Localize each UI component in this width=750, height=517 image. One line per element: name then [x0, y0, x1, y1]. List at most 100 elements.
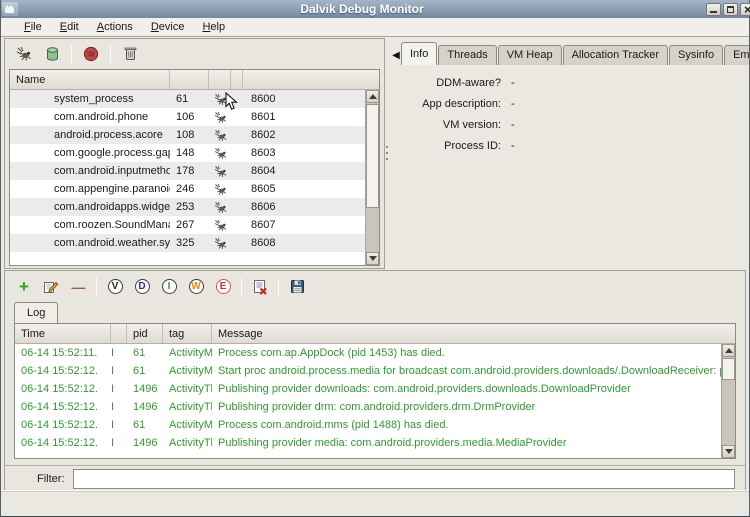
- bug-icon: [209, 147, 231, 160]
- info-tabbar: ◀ Info Threads VM Heap Allocation Tracke…: [391, 42, 749, 65]
- log-row[interactable]: 06-14 15:52:12. I 1496 ActivityTh Publis…: [15, 380, 721, 398]
- log-level-verbose-button[interactable]: V: [104, 276, 126, 298]
- info-level-icon: I: [162, 279, 177, 294]
- minus-icon: —: [72, 279, 85, 295]
- log-rows: 06-14 15:52:11. I 61 ActivityMa Process …: [15, 344, 721, 458]
- minimize-button[interactable]: [706, 3, 721, 16]
- log-col-time[interactable]: Time: [15, 324, 111, 343]
- tab-emulator-control[interactable]: Emulator Control: [724, 45, 749, 65]
- tab-threads[interactable]: Threads: [438, 45, 496, 65]
- tree-col-name[interactable]: Name: [10, 70, 170, 89]
- log-col-pid[interactable]: pid: [127, 324, 163, 343]
- cause-gc-button[interactable]: [119, 43, 141, 65]
- process-row[interactable]: com.android.inputmethod 178 8604: [10, 162, 365, 180]
- halt-process-button[interactable]: [80, 43, 102, 65]
- tree-col-spacer: [231, 70, 243, 89]
- process-id-label: Process ID:: [389, 140, 501, 152]
- menu-edit[interactable]: Edit: [51, 19, 88, 35]
- process-row[interactable]: com.androidapps.widget.b 253 8606: [10, 198, 365, 216]
- process-row[interactable]: com.android.weather.sync 325 8608: [10, 234, 365, 252]
- log-panel: + — V D I: [4, 270, 746, 490]
- panel-splitter[interactable]: [385, 38, 388, 269]
- log-row[interactable]: 06-14 15:52:12. I 1496 ActivityTh Publis…: [15, 398, 721, 416]
- tree-header: Name: [10, 70, 379, 90]
- process-row[interactable]: com.appengine.paranoid_ 246 8605: [10, 180, 365, 198]
- process-row[interactable]: system_process 61 8600: [10, 90, 365, 108]
- log-level-error-button[interactable]: E: [212, 276, 234, 298]
- tab-vm-heap[interactable]: VM Heap: [498, 45, 562, 65]
- log-col-tag[interactable]: tag: [163, 324, 212, 343]
- delete-filter-button[interactable]: —: [67, 276, 89, 298]
- maximize-button[interactable]: [723, 3, 738, 16]
- tab-info[interactable]: Info: [401, 42, 437, 65]
- log-level-info-button[interactable]: I: [158, 276, 180, 298]
- info-panel: ◀ Info Threads VM Heap Allocation Tracke…: [389, 38, 749, 269]
- tree-col-port[interactable]: [243, 70, 379, 89]
- bug-icon: [209, 111, 231, 124]
- toolbar-separator: [278, 278, 279, 296]
- scroll-down-arrow-icon[interactable]: [722, 445, 735, 458]
- vm-version-label: VM version:: [389, 119, 501, 131]
- log-table: Time pid tag Message 06-14 15:52:11. I 6…: [14, 323, 736, 459]
- log-row[interactable]: 06-14 15:52:12. I 61 ActivityMa Process …: [15, 416, 721, 434]
- log-level-warn-button[interactable]: W: [185, 276, 207, 298]
- bug-icon: [209, 219, 231, 232]
- process-row[interactable]: android.process.acore 108 8602: [10, 126, 365, 144]
- log-col-message[interactable]: Message: [212, 324, 735, 343]
- scroll-down-arrow-icon[interactable]: [366, 252, 379, 265]
- halt-icon: [83, 46, 99, 62]
- menu-bar: File Edit Actions Device Help: [1, 18, 749, 37]
- log-row[interactable]: 06-14 15:52:12. I 61 ActivityMa Start pr…: [15, 362, 721, 380]
- menu-help[interactable]: Help: [193, 19, 234, 35]
- add-filter-button[interactable]: +: [13, 276, 35, 298]
- scrollbar-thumb[interactable]: [366, 104, 379, 208]
- bug-icon: [209, 183, 231, 196]
- filter-input[interactable]: [73, 469, 736, 489]
- ddm-aware-value: -: [501, 77, 515, 89]
- edit-filter-button[interactable]: [40, 276, 62, 298]
- verbose-level-icon: V: [108, 279, 123, 294]
- menu-file[interactable]: File: [15, 19, 51, 35]
- process-row[interactable]: com.roozen.SoundManage 267 8607: [10, 216, 365, 234]
- titlebar: Dalvik Debug Monitor: [1, 0, 749, 18]
- toolbar-separator: [71, 45, 72, 63]
- device-process-tree: Name HT94SKF04916 Online 1.5, debug: [9, 69, 380, 266]
- vm-version-value: -: [501, 119, 515, 131]
- log-col-level[interactable]: [111, 324, 127, 343]
- debug-process-button[interactable]: [13, 43, 35, 65]
- menu-device[interactable]: Device: [142, 19, 194, 35]
- clear-log-button[interactable]: [249, 276, 271, 298]
- log-scrollbar[interactable]: [721, 344, 735, 458]
- tabs-scroll-left-icon[interactable]: ◀: [391, 45, 401, 65]
- app-description-label: App description:: [389, 98, 501, 110]
- ddms-window: Dalvik Debug Monitor File Edit Actions D…: [0, 0, 750, 517]
- export-log-button[interactable]: [286, 276, 308, 298]
- trash-can-icon: [124, 46, 137, 61]
- device-panel: Name HT94SKF04916 Online 1.5, debug: [4, 38, 385, 269]
- scrollbar-thumb[interactable]: [722, 358, 735, 380]
- process-row[interactable]: com.android.phone 106 8601: [10, 108, 365, 126]
- device-toolbar: [5, 39, 384, 68]
- bug-icon: [209, 165, 231, 178]
- plus-icon: +: [19, 280, 29, 294]
- log-level-debug-button[interactable]: D: [131, 276, 153, 298]
- update-heap-button[interactable]: [41, 43, 63, 65]
- log-row[interactable]: 06-14 15:52:12. I 1496 ActivityTh Publis…: [15, 434, 721, 452]
- close-button[interactable]: [740, 3, 750, 16]
- tree-scrollbar[interactable]: [365, 90, 379, 265]
- tab-log[interactable]: Log: [14, 302, 58, 323]
- filter-label: Filter:: [37, 473, 65, 485]
- tab-sysinfo[interactable]: Sysinfo: [669, 45, 723, 65]
- debug-bug-icon: [16, 46, 32, 62]
- menu-actions[interactable]: Actions: [88, 19, 142, 35]
- tree-col-status[interactable]: [170, 70, 209, 89]
- scroll-up-arrow-icon[interactable]: [366, 90, 379, 103]
- scroll-up-arrow-icon[interactable]: [722, 344, 735, 357]
- process-row[interactable]: com.google.process.gapps 148 8603: [10, 144, 365, 162]
- log-row[interactable]: 06-14 15:52:11. I 61 ActivityMa Process …: [15, 344, 721, 362]
- bug-icon: [209, 129, 231, 142]
- tab-allocation-tracker[interactable]: Allocation Tracker: [563, 45, 668, 65]
- tree-col-debug[interactable]: [209, 70, 231, 89]
- heap-cylinder-icon: [45, 46, 60, 62]
- log-toolbar: + — V D I: [5, 273, 745, 300]
